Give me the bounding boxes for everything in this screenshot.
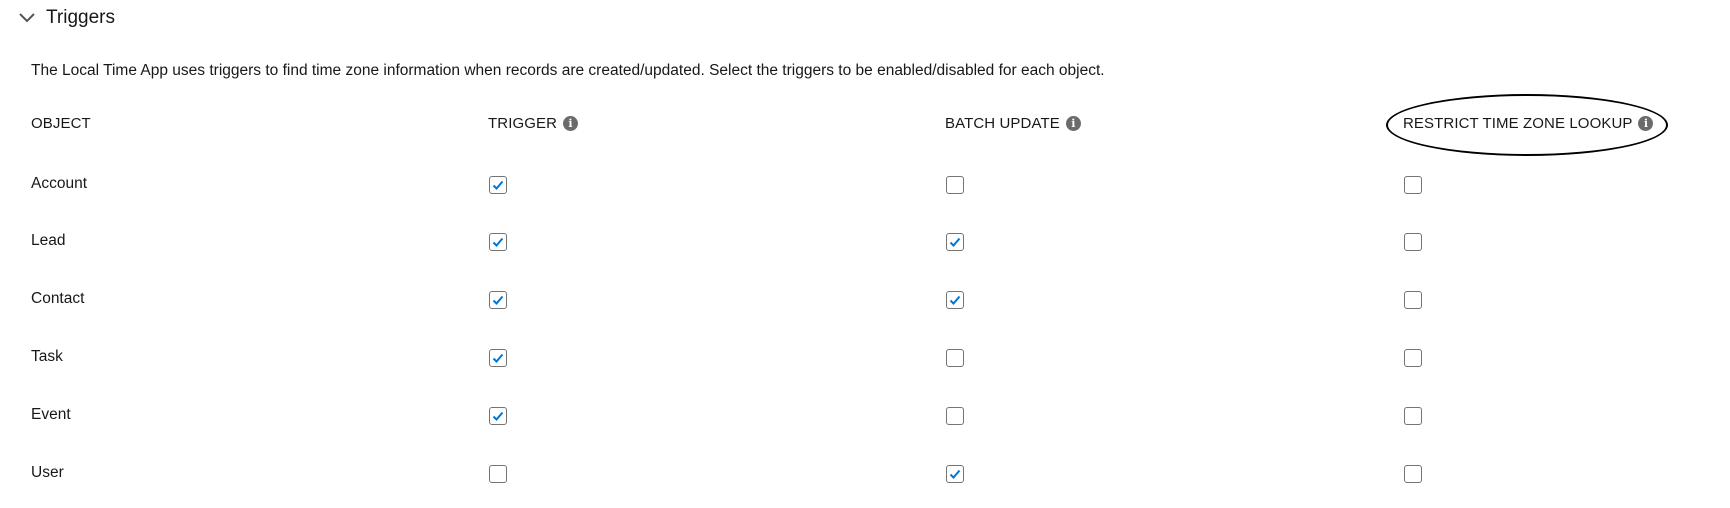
- checkbox-event-trigger[interactable]: [489, 407, 507, 425]
- checkbox-contact-trigger[interactable]: [489, 291, 507, 309]
- column-header-trigger: TRIGGER i: [488, 115, 579, 132]
- checkbox-lead-batch-update[interactable]: [946, 233, 964, 251]
- column-header-batch-update: BATCH UPDATE i: [945, 115, 1081, 132]
- checkmark-icon: [949, 295, 961, 305]
- checkmark-icon: [492, 295, 504, 305]
- row-label-event: Event: [31, 406, 71, 423]
- info-icon[interactable]: i: [1065, 116, 1081, 131]
- column-header-restrict: RESTRICT TIME ZONE LOOKUP i: [1403, 115, 1654, 132]
- checkmark-icon: [492, 180, 504, 190]
- row-label-task: Task: [31, 348, 63, 365]
- row-label-lead: Lead: [31, 232, 66, 249]
- checkbox-task-restrict[interactable]: [1404, 349, 1422, 367]
- checkmark-icon: [949, 237, 961, 247]
- section-toggle[interactable]: Triggers: [18, 4, 115, 32]
- checkbox-user-restrict[interactable]: [1404, 465, 1422, 483]
- section-description: The Local Time App uses triggers to find…: [31, 62, 1105, 79]
- checkbox-user-batch-update[interactable]: [946, 465, 964, 483]
- checkmark-icon: [492, 411, 504, 421]
- checkmark-icon: [492, 353, 504, 363]
- checkmark-icon: [492, 237, 504, 247]
- info-icon[interactable]: i: [1638, 116, 1654, 131]
- checkbox-contact-batch-update[interactable]: [946, 291, 964, 309]
- triggers-panel: Triggers The Local Time App uses trigger…: [0, 0, 1730, 508]
- checkbox-contact-restrict[interactable]: [1404, 291, 1422, 309]
- checkbox-task-batch-update[interactable]: [946, 349, 964, 367]
- checkmark-icon: [949, 469, 961, 479]
- info-icon[interactable]: i: [563, 116, 579, 131]
- checkbox-event-restrict[interactable]: [1404, 407, 1422, 425]
- checkbox-account-restrict[interactable]: [1404, 176, 1422, 194]
- checkbox-lead-trigger[interactable]: [489, 233, 507, 251]
- row-label-contact: Contact: [31, 290, 85, 307]
- column-header-restrict-label: RESTRICT TIME ZONE LOOKUP: [1403, 115, 1633, 132]
- checkbox-user-trigger[interactable]: [489, 465, 507, 483]
- row-label-account: Account: [31, 175, 88, 192]
- column-header-object-label: OBJECT: [31, 115, 91, 132]
- checkbox-account-trigger[interactable]: [489, 176, 507, 194]
- row-label-user: User: [31, 464, 64, 481]
- checkbox-event-batch-update[interactable]: [946, 407, 964, 425]
- column-header-trigger-label: TRIGGER: [488, 115, 558, 132]
- section-title: Triggers: [46, 7, 115, 28]
- checkbox-lead-restrict[interactable]: [1404, 233, 1422, 251]
- checkbox-account-batch-update[interactable]: [946, 176, 964, 194]
- checkbox-task-trigger[interactable]: [489, 349, 507, 367]
- column-header-batch-update-label: BATCH UPDATE: [945, 115, 1060, 132]
- chevron-down-icon[interactable]: [18, 9, 36, 27]
- column-header-object: OBJECT: [31, 115, 91, 132]
